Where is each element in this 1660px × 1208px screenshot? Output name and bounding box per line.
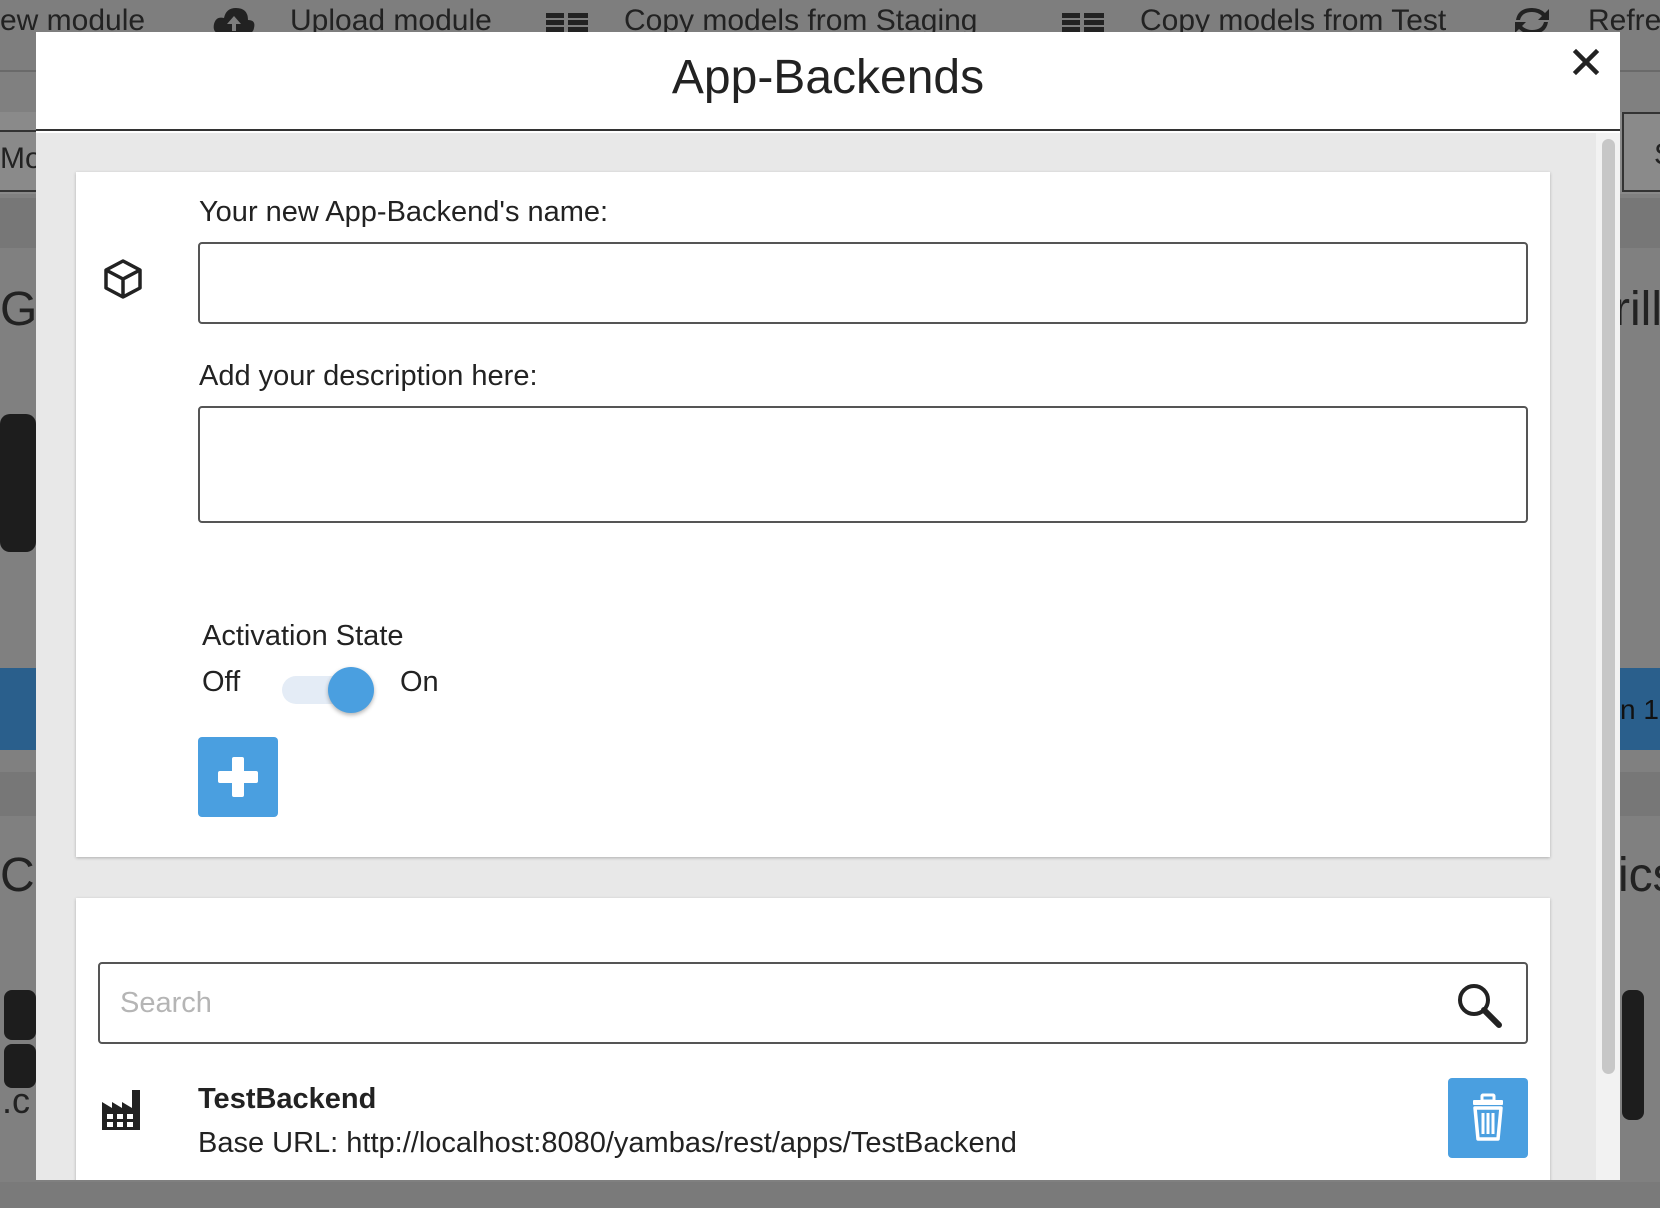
backend-list: TestBackend Base URL: http://localhost:8…	[76, 898, 1550, 1180]
modal-title: App-Backends	[671, 51, 985, 104]
activation-toggle[interactable]	[282, 667, 374, 713]
description-input[interactable]	[198, 406, 1528, 523]
background-image-4	[1622, 990, 1644, 1120]
backend-url: Base URL: http://localhost:8080/yambas/r…	[198, 1127, 1017, 1160]
background-button-right: n 1	[1618, 668, 1660, 750]
toggle-off-label: Off	[202, 666, 241, 698]
activation-state-label: Activation State	[202, 620, 404, 652]
new-backend-form: Your new App-Backend's name: Add your de…	[76, 172, 1550, 857]
backend-url-value: http://localhost:8080/yambas/rest/apps/T…	[346, 1127, 1017, 1159]
backend-url-label: Base URL:	[198, 1127, 339, 1159]
search-input[interactable]	[120, 978, 1420, 1028]
copy-models-icon	[546, 13, 588, 32]
background-heading-1: G	[0, 283, 38, 336]
background-right-tab: S	[1622, 112, 1660, 192]
modal-header: App-Backends	[36, 32, 1620, 131]
scrollbar-thumb[interactable]	[1602, 139, 1615, 1074]
background-button-left	[0, 668, 36, 750]
background-image-1	[0, 414, 36, 552]
copy-models-icon	[1062, 13, 1104, 32]
cube-icon	[104, 259, 142, 299]
app-backends-modal: App-Backends Your new App-Backend's name…	[36, 32, 1620, 1180]
background-heading-right-2: ics	[1618, 849, 1660, 902]
plus-icon	[218, 757, 258, 797]
factory-icon	[102, 1090, 140, 1130]
name-label: Your new App-Backend's name:	[199, 196, 609, 228]
search-icon[interactable]	[1454, 980, 1504, 1030]
description-label: Add your description here:	[199, 360, 538, 392]
toggle-on-label: On	[400, 666, 439, 698]
backend-name: TestBackend	[198, 1083, 377, 1115]
background-heading-right-1: rill	[1614, 283, 1660, 336]
search-box	[98, 962, 1528, 1044]
toggle-knob	[328, 667, 374, 713]
add-backend-button[interactable]	[198, 737, 278, 817]
background-image-2	[4, 990, 36, 1040]
background-heading-2: C	[0, 849, 35, 902]
modal-scrollbar[interactable]	[1596, 133, 1620, 1180]
background-footer	[0, 1182, 1660, 1208]
delete-backend-button[interactable]	[1448, 1078, 1528, 1158]
modal-body: Your new App-Backend's name: Add your de…	[36, 133, 1596, 1180]
close-icon[interactable]	[1570, 46, 1602, 78]
backend-name-input[interactable]	[198, 242, 1528, 324]
background-small-text: .c	[2, 1080, 31, 1121]
trash-icon	[1473, 1093, 1503, 1141]
